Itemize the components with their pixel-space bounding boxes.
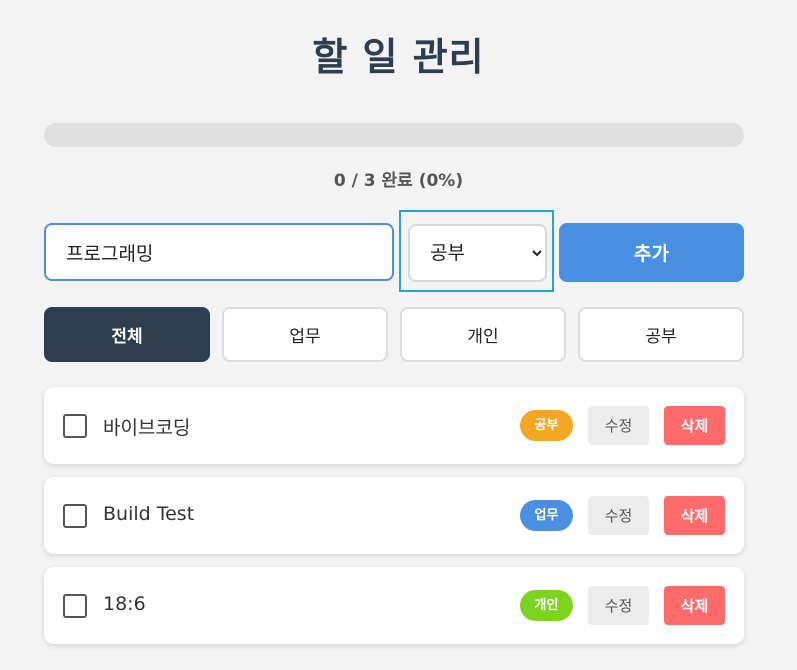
category-badge: 업무 bbox=[520, 500, 573, 531]
edit-button[interactable]: 수정 bbox=[588, 496, 649, 535]
progress-text: 0 / 3 완료 (0%) bbox=[333, 171, 464, 191]
filter-all-button[interactable]: 전체 bbox=[44, 307, 210, 362]
todo-item: Build Test 업무 수정 삭제 bbox=[44, 477, 744, 554]
category-select[interactable]: 업무 개인 공부 bbox=[408, 224, 547, 282]
todo-checkbox[interactable] bbox=[63, 594, 87, 618]
delete-button[interactable]: 삭제 bbox=[664, 496, 725, 535]
filter-personal-button[interactable]: 개인 bbox=[400, 307, 566, 362]
todo-text: 18:6 bbox=[103, 593, 146, 615]
edit-button[interactable]: 수정 bbox=[588, 586, 649, 625]
todo-checkbox[interactable] bbox=[63, 504, 87, 528]
todo-item: 18:6 개인 수정 삭제 bbox=[44, 567, 744, 644]
page-title: 할 일 관리 bbox=[312, 35, 485, 79]
filter-bar: 전체 업무 개인 공부 bbox=[44, 307, 744, 362]
todo-text: 바이브코딩 bbox=[103, 417, 191, 439]
delete-button[interactable]: 삭제 bbox=[664, 406, 725, 445]
filter-work-button[interactable]: 업무 bbox=[222, 307, 388, 362]
category-badge: 공부 bbox=[520, 410, 573, 441]
edit-button[interactable]: 수정 bbox=[588, 406, 649, 445]
progress-bar bbox=[44, 123, 744, 147]
todo-input[interactable] bbox=[44, 223, 394, 281]
todo-item: 바이브코딩 공부 수정 삭제 bbox=[44, 387, 744, 464]
add-button[interactable]: 추가 bbox=[559, 223, 744, 282]
delete-button[interactable]: 삭제 bbox=[664, 586, 725, 625]
todo-checkbox[interactable] bbox=[63, 414, 87, 438]
todo-text: Build Test bbox=[103, 503, 195, 525]
category-badge: 개인 bbox=[520, 590, 573, 621]
filter-study-button[interactable]: 공부 bbox=[578, 307, 744, 362]
